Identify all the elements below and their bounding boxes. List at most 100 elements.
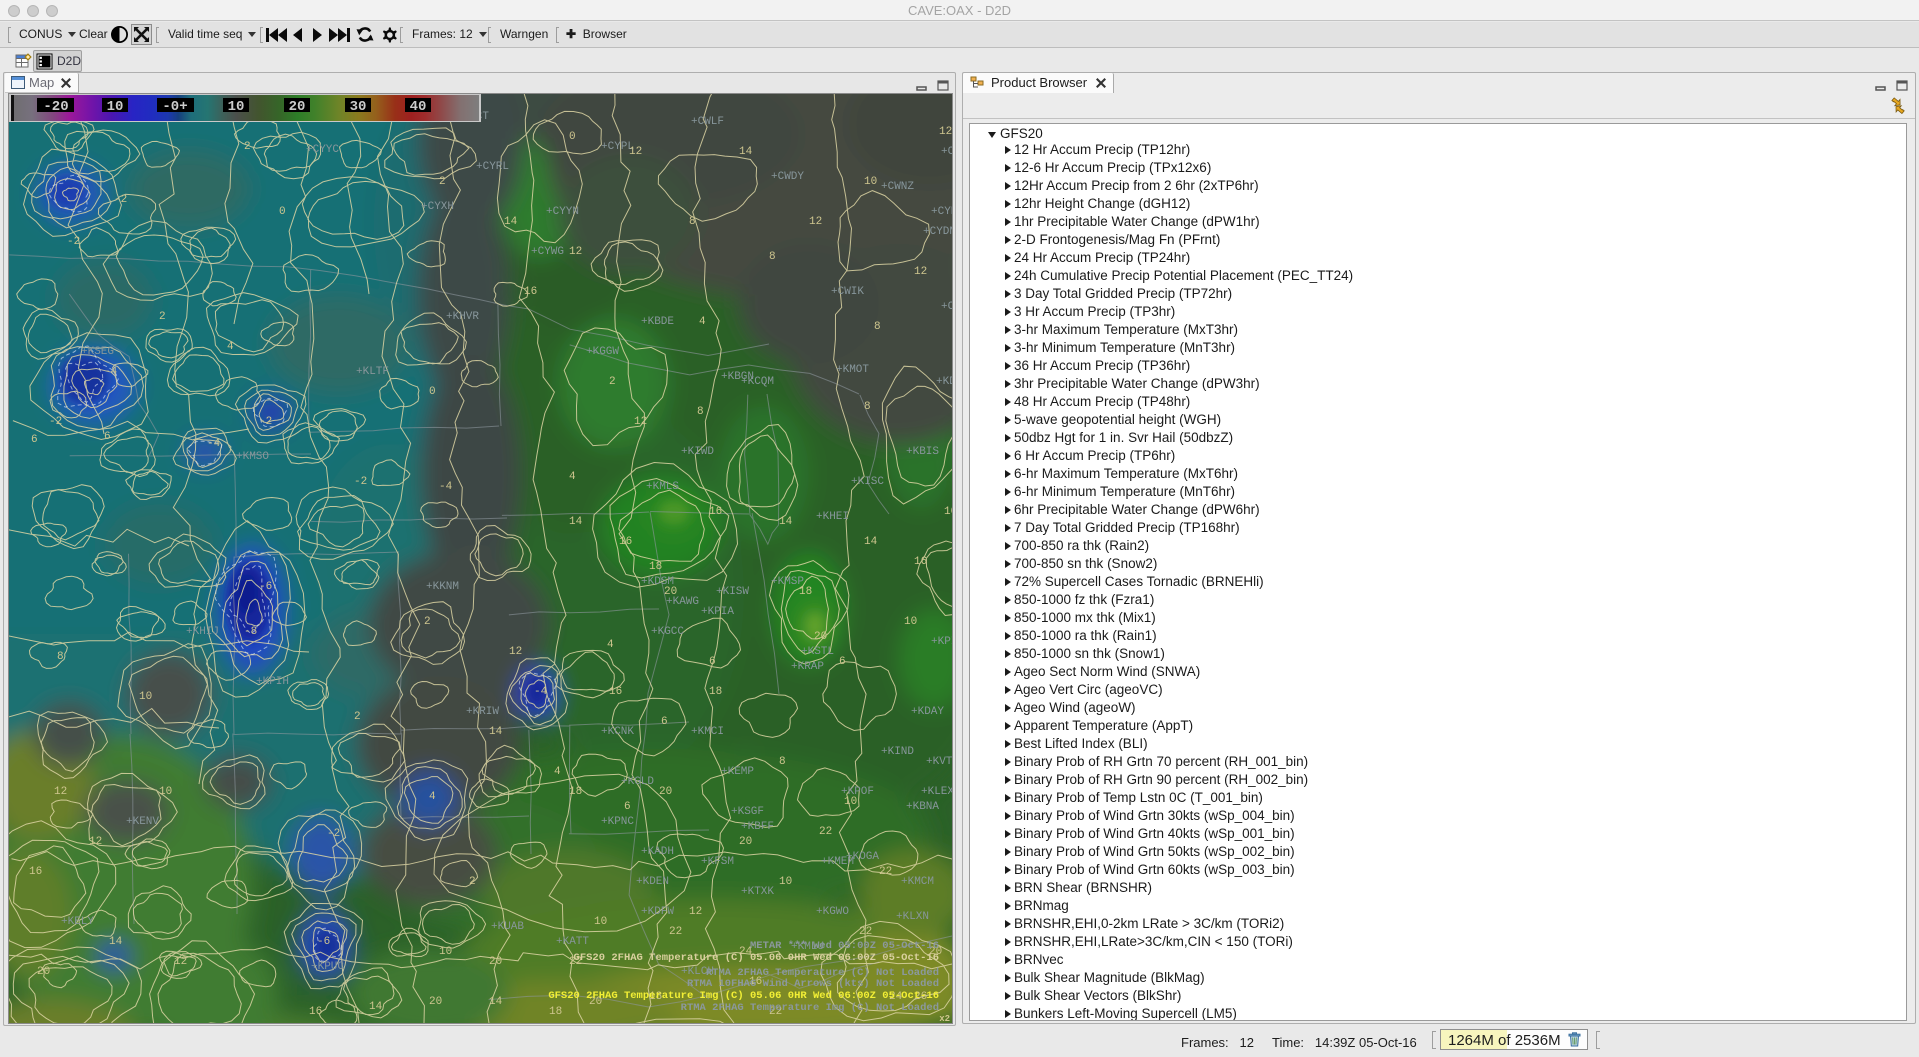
svg-text:16: 16 [709,506,722,518]
svg-text:18: 18 [569,786,582,798]
svg-text:14: 14 [109,936,123,948]
svg-text:+KHEI: +KHEI [816,511,849,523]
svg-text:+KDVL: +KDVL [936,376,952,388]
svg-text:+KIND: +KIND [881,746,914,758]
svg-text:+KIWD: +KIWD [681,446,714,458]
svg-text:10: 10 [944,506,952,518]
svg-text:22: 22 [879,866,892,878]
svg-text:10: 10 [159,786,172,798]
svg-text:+CYMO: +CYMO [941,146,952,158]
svg-text:2: 2 [439,176,446,188]
svg-text:14: 14 [569,516,583,528]
svg-text:+KADH: +KADH [641,846,674,858]
svg-text:+KMSO: +KMSO [236,451,269,463]
svg-text:2: 2 [354,711,361,723]
svg-text:-4: -4 [207,438,221,450]
svg-text:4: 4 [607,639,614,651]
svg-text:+KBNA: +KBNA [906,801,939,813]
svg-text:2: 2 [469,876,476,888]
svg-text:2: 2 [424,616,431,628]
svg-text:+KPNC: +KPNC [601,816,634,828]
svg-text:10: 10 [107,99,124,115]
svg-text:12: 12 [689,906,702,918]
svg-text:+KDEN: +KDEN [636,876,669,888]
svg-text:40: 40 [410,99,427,115]
svg-text:14: 14 [489,726,503,738]
svg-text:+KLTF: +KLTF [356,366,389,378]
svg-text:+KGGW: +KGGW [586,346,619,358]
svg-text:4: 4 [699,316,706,328]
svg-text:10: 10 [139,691,152,703]
svg-text:20: 20 [489,956,502,968]
svg-text:22: 22 [669,926,682,938]
svg-text:12: 12 [634,416,647,428]
svg-text:4: 4 [429,791,436,803]
svg-text:-4: -4 [439,481,453,493]
svg-text:+KCQM: +KCQM [741,376,774,388]
svg-text:8: 8 [689,216,696,228]
svg-text:12: 12 [54,786,67,798]
svg-text:+CWNZ: +CWNZ [881,181,914,193]
svg-text:+KKNM: +KKNM [426,581,459,593]
svg-text:+KMLS: +KMLS [646,481,679,493]
svg-text:0: 0 [429,386,436,398]
svg-text:8: 8 [57,651,64,663]
svg-text:10: 10 [779,876,792,888]
svg-text:2: 2 [244,141,251,153]
svg-text:+KELY: +KELY [61,916,94,928]
svg-text:+KCNK: +KCNK [601,726,634,738]
svg-text:-8: -8 [244,626,257,638]
svg-text:16: 16 [524,286,537,298]
svg-text:10: 10 [864,176,877,188]
svg-text:4: 4 [227,341,234,353]
svg-text:+CWIK: +CWIK [831,286,864,298]
svg-text:+KSGF: +KSGF [731,806,764,818]
svg-text:14: 14 [489,996,503,1008]
svg-text:x2: x2 [939,1014,950,1023]
svg-text:-4: -4 [534,686,548,698]
svg-text:4: 4 [569,471,576,483]
svg-text:+CYDN: +CYDN [923,226,952,238]
svg-text:12: 12 [914,266,927,278]
svg-text:10: 10 [439,946,452,958]
svg-text:20: 20 [664,586,677,598]
svg-text:16: 16 [309,1006,322,1018]
svg-text:12: 12 [174,956,187,968]
svg-text:12: 12 [629,146,642,158]
svg-text:+KLEX: +KLEX [921,786,952,798]
svg-text:20: 20 [814,631,827,643]
svg-text:-2: -2 [67,236,80,248]
svg-text:GFS20 2FHAG Temperature (C): GFS20 2FHAG Temperature (C) 05.06 0HR We… [574,952,939,964]
svg-text:2: 2 [609,376,616,388]
svg-text:10: 10 [904,616,917,628]
svg-text:+KUAB: +KUAB [491,921,524,933]
svg-text:RTMA 2FHAG Temperature Img (C): RTMA 2FHAG Temperature Img (C) Not Loade… [681,1002,939,1014]
svg-text:12: 12 [89,836,102,848]
svg-text:GFS20 2FHAG Temperature Img (C: GFS20 2FHAG Temperature Img (C) 05.06 0H… [548,990,939,1002]
svg-text:+CYYN: +CYYN [546,206,579,218]
svg-text:12: 12 [809,216,822,228]
svg-text:+KATT: +KATT [556,936,589,948]
svg-text:18: 18 [549,1006,562,1018]
svg-text:+KPIH: +KPIH [256,676,289,688]
svg-text:RTMA 10FHAG Wind Arrows (kts): RTMA 10FHAG Wind Arrows (kts) Not Loaded [687,978,939,990]
svg-text:+KFSM: +KFSM [701,856,734,868]
svg-text:22: 22 [819,826,832,838]
svg-text:+KMEM: +KMEM [821,856,854,868]
svg-text:+KMCI: +KMCI [691,726,724,738]
svg-text:-6: -6 [259,581,272,593]
svg-text:+KBIS: +KBIS [906,446,939,458]
svg-text:+CYTS: +CYTS [941,301,952,313]
svg-text:12: 12 [509,646,522,658]
svg-text:22: 22 [859,926,872,938]
svg-text:20: 20 [739,836,752,848]
svg-text:20: 20 [37,966,50,978]
svg-text:+KGLD: +KGLD [621,776,654,788]
svg-text:-2: -2 [114,194,127,206]
svg-text:-4: -4 [104,366,118,378]
svg-text:4: 4 [554,766,561,778]
svg-text:+KVTN: +KVTN [926,756,952,768]
svg-text:+KEMP: +KEMP [721,766,754,778]
svg-text:-2: -2 [354,476,367,488]
svg-text:8: 8 [769,251,776,263]
